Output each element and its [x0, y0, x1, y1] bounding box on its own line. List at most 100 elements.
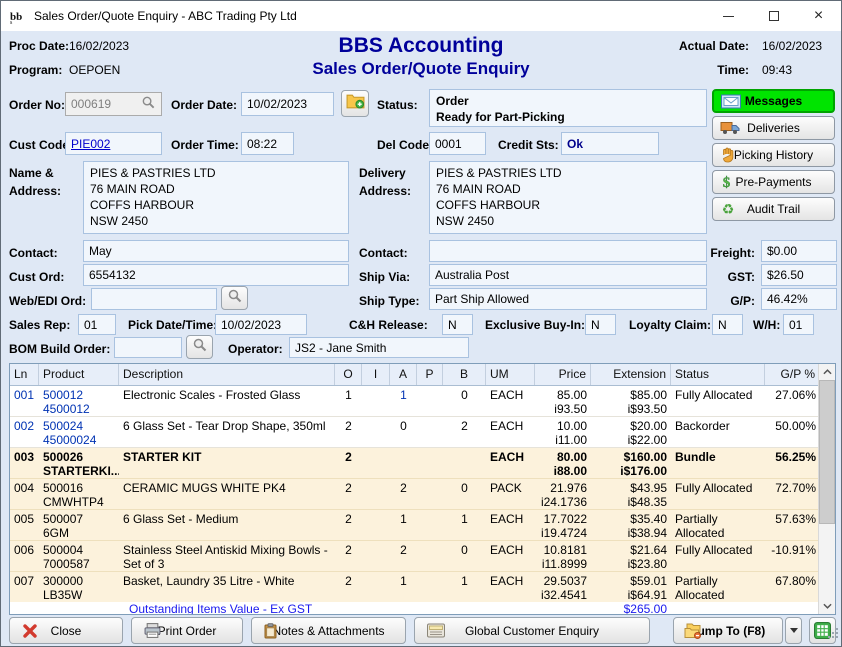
ship-type-field[interactable]: Part Ship Allowed	[429, 288, 707, 310]
outstanding-items-value[interactable]: $265.00	[591, 602, 667, 614]
dropdown-arrow-icon	[790, 628, 798, 633]
picking-history-button[interactable]: Picking History	[712, 143, 835, 167]
recycle-icon: ♻	[720, 201, 740, 217]
print-order-button[interactable]: Print Order	[131, 617, 243, 644]
folders-icon	[684, 623, 701, 639]
outstanding-items-label[interactable]: Outstanding Items Value - Ex GST	[129, 602, 312, 614]
contact-field[interactable]: May	[83, 240, 349, 262]
gp-field[interactable]: 46.42%	[761, 288, 837, 310]
gst-field[interactable]: $26.50	[761, 264, 837, 286]
cell-picked	[417, 448, 443, 478]
jump-to-dropdown-button[interactable]	[785, 617, 802, 644]
table-row[interactable]: 003500026STARTERKI...STARTER KIT2EACH80.…	[10, 448, 820, 479]
button-label: Pre-Payments	[735, 175, 811, 189]
column-header[interactable]: B	[443, 364, 486, 385]
cust-ord-field[interactable]: 6554132	[83, 264, 349, 286]
proc-date-label: Proc Date:	[9, 39, 69, 53]
column-header[interactable]: I	[362, 364, 390, 385]
delivery-address-field[interactable]: PIES & PASTRIES LTD 76 MAIN ROAD COFFS H…	[429, 161, 707, 234]
new-order-lookup-button[interactable]	[341, 90, 369, 117]
ship-contact-label: Contact:	[359, 246, 408, 260]
table-row[interactable]: 0065000047000587Stainless Steel Antiskid…	[10, 541, 820, 572]
window-minimize-button[interactable]	[706, 1, 751, 31]
column-header[interactable]: O	[335, 364, 362, 385]
cell-um: EACH	[486, 386, 535, 416]
del-code-label: Del Code:	[377, 138, 433, 152]
table-row[interactable]: 007300000LB35WBasket, Laundry 35 Litre -…	[10, 572, 820, 603]
cell-extension: $160.00i$176.00	[591, 448, 671, 478]
operator-field[interactable]: JS2 - Jane Smith	[289, 337, 469, 358]
order-time-field[interactable]: 08:22	[241, 132, 294, 155]
scroll-down-icon[interactable]	[819, 598, 835, 614]
column-header[interactable]: Extension	[591, 364, 671, 385]
order-date-label: Order Date:	[171, 98, 237, 112]
column-header[interactable]: Price	[535, 364, 591, 385]
column-header[interactable]: UM	[486, 364, 535, 385]
notes-attachments-button[interactable]: Notes & Attachments	[251, 617, 406, 644]
time-label: Time:	[647, 63, 749, 77]
cell-status: Fully Allocated	[671, 541, 765, 571]
ship-contact-field[interactable]	[429, 240, 707, 262]
del-code-field[interactable]: 0001	[429, 132, 486, 155]
ship-via-field[interactable]: Australia Post	[429, 264, 707, 286]
freight-field[interactable]: $0.00	[761, 240, 837, 262]
table-row[interactable]: 002500024450000246 Glass Set - Tear Drop…	[10, 417, 820, 448]
table-row[interactable]: 0055000076GM6 Glass Set - Medium211EACH1…	[10, 510, 820, 541]
status-label: Status:	[377, 98, 418, 112]
exclusive-buyin-field[interactable]: N	[585, 314, 616, 335]
resize-grip[interactable]	[827, 626, 839, 644]
column-header[interactable]: Description	[119, 364, 335, 385]
sales-rep-field[interactable]: 01	[78, 314, 116, 335]
cell-product: 500016CMWHTP4	[39, 479, 119, 509]
column-header[interactable]: Product	[39, 364, 119, 385]
deliveries-button[interactable]: Deliveries	[712, 116, 835, 140]
scrollbar-thumb[interactable]	[819, 380, 835, 524]
cell-gp: -10.91%	[765, 541, 820, 571]
cell-extension: $20.00i$22.00	[591, 417, 671, 447]
pre-payments-button[interactable]: $Pre-Payments	[712, 170, 835, 194]
cell-gp: 72.70%	[765, 479, 820, 509]
messages-button[interactable]: Messages	[712, 89, 835, 113]
audit-trail-button[interactable]: ♻Audit Trail	[712, 197, 835, 221]
scroll-up-icon[interactable]	[819, 364, 835, 380]
cell-allocated: 1	[390, 386, 417, 416]
jump-to-button[interactable]: Jump To (F8)	[673, 617, 783, 644]
web-edi-lookup-button[interactable]	[221, 286, 248, 310]
cust-code-field[interactable]: PIE002	[65, 132, 162, 155]
column-header[interactable]: Ln	[10, 364, 39, 385]
warehouse-field[interactable]: 01	[783, 314, 814, 335]
cell-extension: $43.95i$48.35	[591, 479, 671, 509]
table-scrollbar[interactable]	[818, 364, 835, 614]
order-no-field[interactable]: 000619	[65, 92, 162, 116]
cell-ln: 002	[10, 417, 39, 447]
column-header[interactable]: A	[390, 364, 417, 385]
column-header[interactable]: G/P %	[765, 364, 820, 385]
window-maximize-button[interactable]	[751, 1, 796, 31]
column-header[interactable]: Status	[671, 364, 765, 385]
credit-sts-field[interactable]: Ok	[561, 132, 659, 155]
cell-invoiced	[362, 448, 390, 478]
window-close-button[interactable]: ×	[796, 1, 841, 31]
bom-lookup-button[interactable]	[186, 335, 213, 359]
ship-via-label: Ship Via:	[359, 270, 410, 284]
bom-build-label: BOM Build Order:	[9, 342, 110, 356]
cell-gp: 56.25%	[765, 448, 820, 478]
bom-build-field[interactable]	[114, 337, 182, 358]
order-date-field[interactable]: 10/02/2023	[241, 92, 334, 116]
column-header[interactable]: P	[417, 364, 443, 385]
table-row[interactable]: 004500016CMWHTP4CERAMIC MUGS WHITE PK422…	[10, 479, 820, 510]
loyalty-claim-field[interactable]: N	[712, 314, 743, 335]
status-field[interactable]: Order Ready for Part-Picking	[429, 89, 707, 127]
ch-release-field[interactable]: N	[442, 314, 473, 335]
table-row[interactable]: 0015000124500012Electronic Scales - Fros…	[10, 386, 820, 417]
svg-text:♻: ♻	[722, 201, 735, 217]
global-customer-enquiry-button[interactable]: Global Customer Enquiry	[414, 617, 650, 644]
close-icon: ×	[814, 8, 823, 24]
pick-datetime-field[interactable]: 10/02/2023	[215, 314, 307, 335]
button-label: Messages	[745, 94, 802, 108]
web-edi-field[interactable]	[91, 288, 217, 310]
order-time-label: Order Time:	[171, 138, 239, 152]
name-address-field[interactable]: PIES & PASTRIES LTD 76 MAIN ROAD COFFS H…	[83, 161, 349, 234]
close-button[interactable]: Close	[9, 617, 123, 644]
web-edi-label: Web/EDI Ord:	[9, 294, 86, 308]
